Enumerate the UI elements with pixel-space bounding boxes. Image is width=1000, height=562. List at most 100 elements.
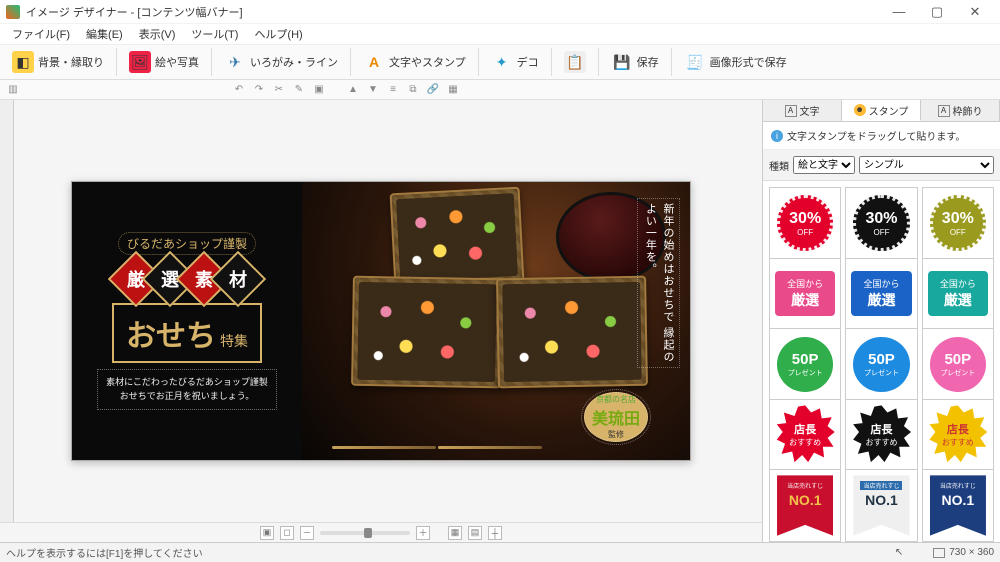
vertical-copy[interactable]: 新年の始めはおせちで 縁起のよい一年を。 (637, 198, 680, 368)
status-help: ヘルプを表示するには[F1]を押してください (6, 545, 203, 560)
grid-toggle-icon[interactable]: ▦ (448, 526, 462, 540)
stamp-t1: 店長 (870, 421, 892, 437)
stamp-item[interactable]: 50Pプレゼント (769, 328, 841, 400)
stamp-t2: おすすめ (865, 437, 897, 448)
stamp-item[interactable]: 30%OFF (769, 187, 841, 259)
stamp-t2: 厳選 (928, 290, 988, 310)
type-select[interactable]: 絵と文字 (793, 156, 855, 174)
stamp-bar: 当店売れすじ (787, 481, 823, 490)
banner-text-block: びるだあショップ謹製 厳 選 素 材 おせち 特集 素材にこだわったびるだあショ… (72, 182, 302, 460)
diamond-char: 材 (229, 266, 247, 292)
info-icon: i (771, 130, 783, 142)
layer-down-icon[interactable]: ▼ (366, 83, 380, 97)
canvas-area[interactable]: 新年の始めはおせちで 縁起のよい一年を。 京都の名店 美琉田 監修 びるだあショ… (0, 100, 762, 542)
stamp-item[interactable]: 全国から厳選 (769, 258, 841, 330)
link-icon[interactable]: 🔗 (426, 83, 440, 97)
stamp-item[interactable]: 店長おすすめ (922, 399, 994, 471)
right-panel: A文字 ☻スタンプ A枠飾り i 文字スタンプをドラッグして貼ります。 種類 絵… (762, 100, 1000, 542)
tool-background[interactable]: ◧背景・縁取り (4, 49, 112, 75)
stamp-big: 50P (944, 351, 971, 368)
tool-text-stamp[interactable]: A文字やスタンプ (355, 49, 474, 75)
layer-up-icon[interactable]: ▲ (346, 83, 360, 97)
snap-toggle-icon[interactable]: ▤ (468, 526, 482, 540)
title-bar: イメージ デザイナー - [コンテンツ幅バナー] ― ▢ ✕ (0, 0, 1000, 24)
tool-deco[interactable]: ✦デコ (483, 49, 547, 75)
stamp-item[interactable]: 店長おすすめ (845, 399, 917, 471)
tool-paste[interactable]: 📋 (556, 49, 594, 75)
toolbar-separator (350, 48, 351, 76)
stamp-bar: 当店売れすじ (940, 481, 976, 490)
status-bar: ヘルプを表示するには[F1]を押してください ↖ 730 × 360 (0, 542, 1000, 562)
stamp-big: 30% (865, 210, 897, 228)
tab-text[interactable]: A文字 (763, 100, 842, 121)
toolbar-separator (478, 48, 479, 76)
stamp-mid-text: 美琉田 (592, 405, 640, 429)
supervisor-stamp[interactable]: 京都の名店 美琉田 監修 (584, 392, 648, 442)
tool-origami[interactable]: ✈いろがみ・ライン (216, 49, 346, 75)
redo-icon[interactable]: ↷ (252, 83, 266, 97)
stamp-sm: OFF (950, 228, 966, 237)
stamp-sm: プレゼント (788, 368, 823, 378)
tool-photo[interactable]: 🖼絵や写真 (121, 49, 207, 75)
tool-save[interactable]: 💾保存 (603, 49, 667, 75)
align-icon[interactable]: ≡ (386, 83, 400, 97)
stamp-bot-text: 監修 (608, 429, 624, 440)
stamp-item[interactable]: 50Pプレゼント (845, 328, 917, 400)
stamp-t2: おすすめ (942, 437, 974, 448)
group-icon[interactable]: ⧉ (406, 83, 420, 97)
zoom-in-icon[interactable]: ＋ (416, 526, 430, 540)
stamp-t1: 全国から (928, 277, 988, 290)
fit-icon[interactable]: ▣ (260, 526, 274, 540)
close-button[interactable]: ✕ (956, 1, 994, 23)
dimensions-text: 730 × 360 (949, 547, 994, 558)
stamp-item[interactable]: 当店売れすじNO.1 (769, 469, 841, 541)
fill-icon[interactable]: ▣ (312, 83, 326, 97)
stamp-item[interactable]: 30%OFF (845, 187, 917, 259)
tab-frame[interactable]: A枠飾り (921, 100, 1000, 121)
main-toolbar: ◧背景・縁取り 🖼絵や写真 ✈いろがみ・ライン A文字やスタンプ ✦デコ 📋 💾… (0, 44, 1000, 80)
app-logo-icon (6, 5, 20, 19)
guides-toggle-icon[interactable]: ┼ (488, 526, 502, 540)
menu-tool[interactable]: ツール(T) (185, 24, 244, 44)
osechi-text: おせち (126, 311, 216, 355)
stamp-item[interactable]: 当店売れすじNO.1 (845, 469, 917, 541)
description-box[interactable]: 素材にこだわったびるだあショップ謹製 おせちでお正月を祝いましょう。 (97, 369, 277, 410)
grid-icon[interactable]: ▦ (446, 83, 460, 97)
stamp-big: 30% (789, 210, 821, 228)
dimensions-icon (933, 548, 945, 558)
cut-icon[interactable]: ✂ (272, 83, 286, 97)
stamp-item[interactable]: 50Pプレゼント (922, 328, 994, 400)
tool-save-image[interactable]: 🧾画像形式で保存 (676, 49, 795, 75)
tab-stamp[interactable]: ☻スタンプ (842, 100, 921, 121)
title-frame[interactable]: おせち 特集 (112, 303, 262, 363)
stamp-item[interactable]: 当店売れすじ NO.1 (922, 469, 994, 541)
brush-icon[interactable]: ✎ (292, 83, 306, 97)
canvas-dimensions: 730 × 360 (933, 547, 994, 558)
menu-help[interactable]: ヘルプ(H) (248, 24, 308, 44)
stamp-grid: 30%OFF 30%OFF 30%OFF 全国から厳選 全国から厳選 全国から厳… (763, 181, 1000, 542)
diamond-row[interactable]: 厳 選 素 材 (119, 261, 255, 297)
stamp-item[interactable]: 30%OFF (922, 187, 994, 259)
menu-edit[interactable]: 編集(E) (80, 24, 129, 44)
maximize-button[interactable]: ▢ (918, 1, 956, 23)
stamp-no1: NO.1 (941, 492, 974, 508)
zoom-slider[interactable] (320, 531, 410, 535)
stamp-t1: 店長 (794, 421, 816, 437)
tool-text-label: 文字やスタンプ (389, 54, 466, 70)
zoom-out-icon[interactable]: － (300, 526, 314, 540)
minimize-button[interactable]: ― (880, 1, 918, 23)
stamp-sm: プレゼント (864, 368, 899, 378)
undo-icon[interactable]: ↶ (232, 83, 246, 97)
banner-artwork[interactable]: 新年の始めはおせちで 縁起のよい一年を。 京都の名店 美琉田 監修 びるだあショ… (71, 181, 691, 461)
stamp-item[interactable]: 全国から厳選 (845, 258, 917, 330)
stamp-item[interactable]: 店長おすすめ (769, 399, 841, 471)
tab-text-label: 文字 (800, 103, 820, 118)
ruler-icon[interactable]: ▥ (6, 83, 20, 97)
menu-view[interactable]: 表示(V) (133, 24, 182, 44)
menu-file[interactable]: ファイル(F) (6, 24, 76, 44)
style-select[interactable]: シンプル (859, 156, 994, 174)
cursor-icon: ↖ (895, 547, 903, 558)
stamp-item[interactable]: 全国から厳選 (922, 258, 994, 330)
zoom-100-icon[interactable]: ◻ (280, 526, 294, 540)
stamp-t1: 全国から (851, 277, 911, 290)
